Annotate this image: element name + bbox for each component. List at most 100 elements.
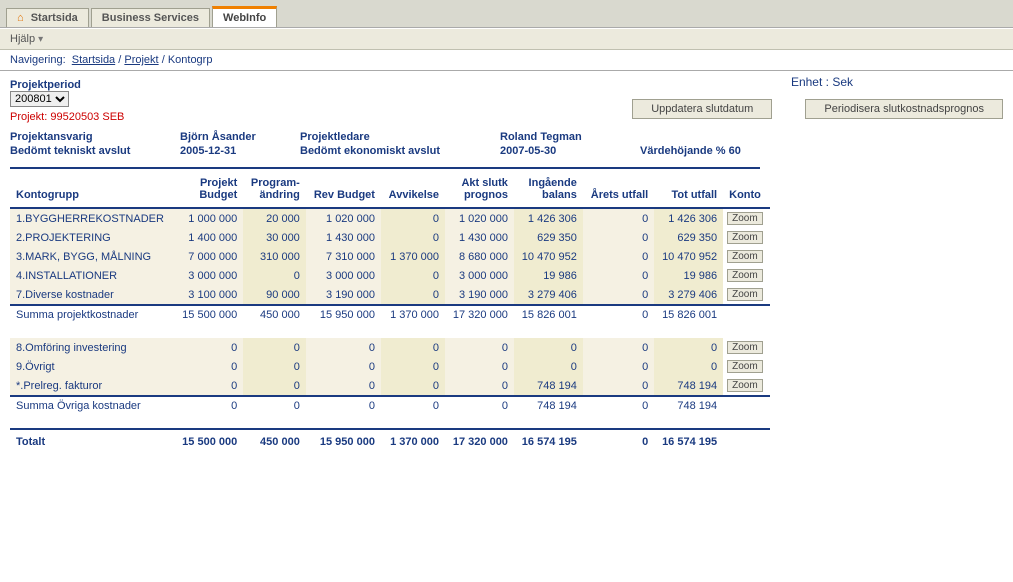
row-name: Summa Övriga kostnader bbox=[10, 396, 174, 415]
zoom-button[interactable]: Zoom bbox=[727, 269, 763, 282]
cell: 1 020 000 bbox=[306, 208, 381, 228]
cell: 0 bbox=[381, 396, 445, 415]
cell: 629 350 bbox=[514, 228, 583, 247]
cell: 3 000 000 bbox=[174, 266, 243, 285]
cell: 0 bbox=[654, 357, 723, 376]
projektledare-label: Projektledare bbox=[300, 131, 500, 143]
row-name: 8.Omföring investering bbox=[10, 338, 174, 357]
cell: 3 100 000 bbox=[174, 285, 243, 305]
cell: 15 950 000 bbox=[306, 429, 381, 451]
table-row: 7.Diverse kostnader3 100 00090 0003 190 … bbox=[10, 285, 770, 305]
cell: 1 400 000 bbox=[174, 228, 243, 247]
cell: 629 350 bbox=[654, 228, 723, 247]
cell: 3 279 406 bbox=[654, 285, 723, 305]
cell: 0 bbox=[445, 396, 514, 415]
cell: 0 bbox=[445, 376, 514, 396]
sum-row: Summa projektkostnader15 500 000450 0001… bbox=[10, 305, 770, 324]
cell: 450 000 bbox=[243, 305, 306, 324]
zoom-cell: Zoom bbox=[723, 357, 770, 376]
cell: 15 826 001 bbox=[654, 305, 723, 324]
cell: 0 bbox=[583, 208, 654, 228]
cell: 0 bbox=[243, 396, 306, 415]
cell: 0 bbox=[583, 429, 654, 451]
row-name: 3.MARK, BYGG, MÅLNING bbox=[10, 247, 174, 266]
cell: 748 194 bbox=[514, 396, 583, 415]
zoom-button[interactable]: Zoom bbox=[727, 250, 763, 263]
cell: 748 194 bbox=[514, 376, 583, 396]
cell: 0 bbox=[583, 247, 654, 266]
cell: 0 bbox=[243, 338, 306, 357]
col-ingaende: Ingåendebalans bbox=[514, 173, 583, 208]
zoom-button[interactable]: Zoom bbox=[727, 288, 763, 301]
help-bar: Hjälp ▾ bbox=[0, 28, 1013, 50]
col-aktslutk: Akt slutkprognos bbox=[445, 173, 514, 208]
chevron-down-icon: ▾ bbox=[38, 34, 43, 45]
periodisera-button[interactable]: Periodisera slutkostnadsprognos bbox=[805, 99, 1003, 119]
projekt-label: Projekt: bbox=[10, 111, 47, 123]
cell: 0 bbox=[381, 357, 445, 376]
cell: 7 310 000 bbox=[306, 247, 381, 266]
cell: 3 000 000 bbox=[306, 266, 381, 285]
col-konto: Konto bbox=[723, 173, 770, 208]
row-name: 2.PROJEKTERING bbox=[10, 228, 174, 247]
tab-label: WebInfo bbox=[223, 12, 266, 24]
cell: 0 bbox=[381, 266, 445, 285]
cell: 0 bbox=[174, 376, 243, 396]
projekt-value: 99520503 SEB bbox=[50, 111, 124, 123]
cell: 1 370 000 bbox=[381, 247, 445, 266]
vardehojande-value: 60 bbox=[729, 145, 741, 157]
tab-label: Business Services bbox=[102, 12, 199, 24]
cell: 15 500 000 bbox=[174, 305, 243, 324]
col-avvikelse: Avvikelse bbox=[381, 173, 445, 208]
cell: 3 190 000 bbox=[445, 285, 514, 305]
total-row: Totalt15 500 000450 00015 950 0001 370 0… bbox=[10, 429, 770, 451]
cell: 0 bbox=[243, 357, 306, 376]
cell: 0 bbox=[583, 338, 654, 357]
cell: 0 bbox=[306, 376, 381, 396]
table-row: *.Prelreg. fakturor00000748 1940748 194Z… bbox=[10, 376, 770, 396]
cell: 0 bbox=[381, 208, 445, 228]
zoom-cell: Zoom bbox=[723, 266, 770, 285]
help-menu[interactable]: Hjälp ▾ bbox=[10, 33, 43, 45]
cell: 0 bbox=[583, 396, 654, 415]
zoom-cell: Zoom bbox=[723, 376, 770, 396]
cell: 0 bbox=[381, 228, 445, 247]
vardehojande-label: Värdehöjande % bbox=[640, 145, 726, 157]
col-aretsutfall: Årets utfall bbox=[583, 173, 654, 208]
cell: 7 000 000 bbox=[174, 247, 243, 266]
cell: 3 190 000 bbox=[306, 285, 381, 305]
tab-bar: ⌂ Startsida Business Services WebInfo bbox=[0, 0, 1013, 28]
tab-webinfo[interactable]: WebInfo bbox=[212, 6, 277, 27]
cell: 0 bbox=[306, 357, 381, 376]
zoom-button[interactable]: Zoom bbox=[727, 360, 763, 373]
cell: 15 826 001 bbox=[514, 305, 583, 324]
breadcrumb-current: Kontogrp bbox=[168, 54, 213, 66]
zoom-cell: Zoom bbox=[723, 338, 770, 357]
uppdatera-slutdatum-button[interactable]: Uppdatera slutdatum bbox=[632, 99, 772, 119]
tab-startsida[interactable]: ⌂ Startsida bbox=[6, 8, 89, 27]
col-programandring: Program-ändring bbox=[243, 173, 306, 208]
enhet-value: Sek bbox=[832, 75, 853, 89]
cell: 15 500 000 bbox=[174, 429, 243, 451]
zoom-cell: Zoom bbox=[723, 285, 770, 305]
projektansvarig-value: Björn Åsander bbox=[180, 131, 300, 143]
breadcrumb: Navigering: Startsida / Projekt / Kontog… bbox=[0, 50, 1013, 71]
table-row: 8.Omföring investering00000000Zoom bbox=[10, 338, 770, 357]
cell: 90 000 bbox=[243, 285, 306, 305]
kontogrupp-table: Kontogrupp ProjektBudget Program-ändring… bbox=[10, 173, 770, 451]
cell: 1 426 306 bbox=[514, 208, 583, 228]
table-row: 4.INSTALLATIONER3 000 00003 000 00003 00… bbox=[10, 266, 770, 285]
zoom-button[interactable]: Zoom bbox=[727, 341, 763, 354]
breadcrumb-projekt[interactable]: Projekt bbox=[124, 54, 158, 66]
zoom-button[interactable]: Zoom bbox=[727, 212, 763, 225]
cell: 0 bbox=[445, 357, 514, 376]
projektperiod-select[interactable]: 200801 bbox=[10, 91, 69, 107]
breadcrumb-startsida[interactable]: Startsida bbox=[72, 54, 115, 66]
tab-business-services[interactable]: Business Services bbox=[91, 8, 210, 27]
zoom-button[interactable]: Zoom bbox=[727, 379, 763, 392]
projektansvarig-label: Projektansvarig bbox=[10, 131, 180, 143]
row-name: 9.Övrigt bbox=[10, 357, 174, 376]
zoom-button[interactable]: Zoom bbox=[727, 231, 763, 244]
row-name: Totalt bbox=[10, 429, 174, 451]
tekniskt-avslut-value: 2005-12-31 bbox=[180, 145, 300, 157]
